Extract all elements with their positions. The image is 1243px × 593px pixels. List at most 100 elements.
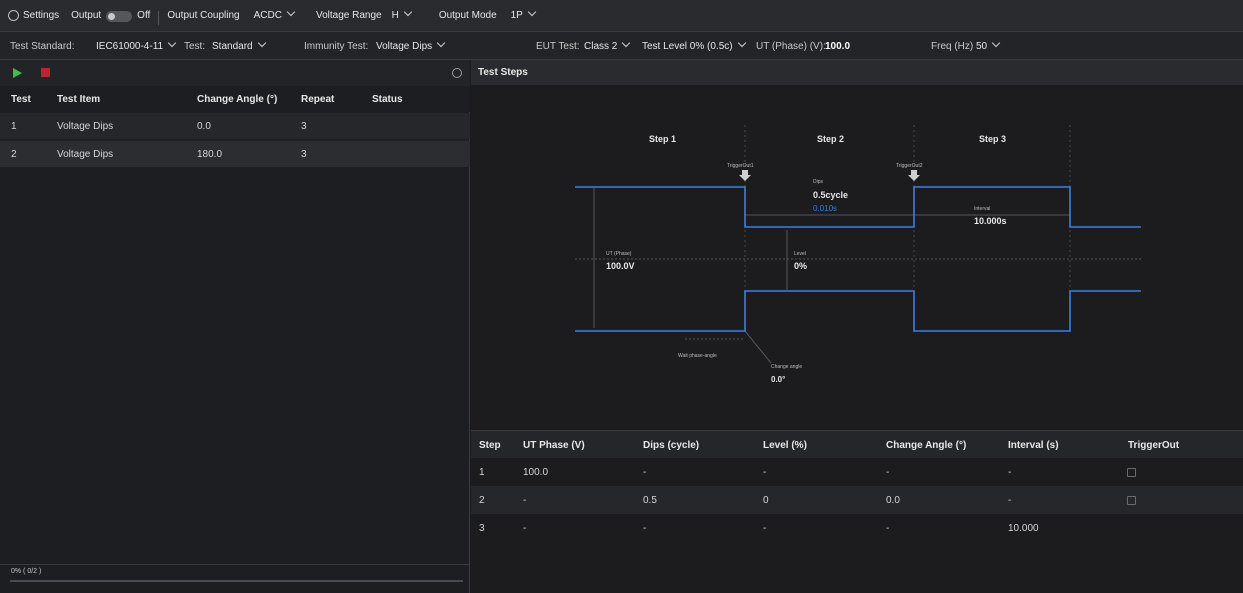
trigger2-label: TriggerOut2: [896, 163, 923, 169]
row-repeat: 3: [301, 121, 307, 132]
row-change-angle[interactable]: 0.0: [886, 495, 900, 506]
row-ut-phase[interactable]: -: [523, 523, 526, 534]
row-level[interactable]: -: [763, 523, 766, 534]
ut-value: 100.0V: [606, 261, 635, 271]
row-step: 3: [479, 523, 485, 534]
dips-label: Dips: [813, 179, 824, 185]
test-value: Standard: [212, 41, 253, 52]
trigger-down-arrow-icon: [908, 170, 920, 181]
range-select[interactable]: H: [392, 7, 413, 21]
progress-text: 0% ( 0/2 ): [11, 568, 42, 575]
progress-track: [10, 580, 463, 582]
eut-value: Class 2: [584, 41, 618, 52]
mode-value: 1P: [510, 10, 523, 21]
chevron-down-icon: [403, 7, 413, 17]
col-dips: Dips (cycle): [643, 440, 700, 451]
mode-label: Output Mode: [438, 10, 497, 21]
freq-select[interactable]: 50: [976, 38, 1001, 52]
table-row[interactable]: 2 Voltage Dips 180.0 3: [0, 141, 470, 167]
steps-table-header: Step UT Phase (V) Dips (cycle) Level (%)…: [471, 430, 1243, 458]
table-row[interactable]: 1 Voltage Dips 0.0 3: [0, 113, 470, 139]
row-change-angle: 180.0: [197, 149, 223, 160]
dips-time: 0.010s: [813, 204, 837, 213]
row-level[interactable]: -: [763, 467, 766, 478]
col-test: Test: [11, 94, 31, 105]
eut-select[interactable]: Class 2: [584, 38, 631, 52]
stop-icon[interactable]: [41, 68, 50, 77]
chevron-down-icon: [991, 38, 1001, 48]
row-interval[interactable]: 10.000: [1008, 523, 1039, 534]
test-list-panel: Test Test Item Change Angle (°) Repeat S…: [0, 60, 470, 593]
col-step: Step: [479, 440, 501, 451]
trigger1-label: TriggerOut1: [727, 163, 754, 169]
standard-value: IEC61000-4-11: [96, 41, 164, 52]
eut-label: EUT Test:: [536, 41, 580, 52]
test-table-header: Test Test Item Change Angle (°) Repeat S…: [0, 86, 470, 112]
chevron-down-icon: [527, 7, 537, 17]
row-test-item: Voltage Dips: [57, 149, 114, 160]
col-change-angle: Change Angle (°): [886, 440, 967, 451]
row-interval[interactable]: -: [1008, 467, 1011, 478]
mode-select[interactable]: 1P: [510, 7, 537, 21]
table-row[interactable]: 3 - - - - 10.000: [471, 514, 1243, 542]
gear-icon[interactable]: [8, 10, 19, 21]
test-label: Test:: [184, 41, 206, 52]
coupling-value: ACDC: [253, 10, 282, 21]
wait-label: Wait phase-angle: [678, 353, 717, 359]
output-toggle[interactable]: [106, 11, 133, 22]
row-ut-phase[interactable]: -: [523, 495, 526, 506]
row-test: 1: [11, 121, 17, 132]
coupling-select[interactable]: ACDC: [253, 7, 296, 21]
triggerout-checkbox[interactable]: [1127, 468, 1136, 477]
table-row[interactable]: 2 - 0.5 0 0.0 -: [471, 486, 1243, 514]
test-select[interactable]: Standard: [212, 38, 266, 52]
row-interval[interactable]: -: [1008, 495, 1011, 506]
ut-value[interactable]: 100.0: [825, 41, 850, 52]
dips-cycle: 0.5cycle: [813, 190, 848, 200]
standard-select[interactable]: IEC61000-4-11: [96, 38, 177, 52]
top-settings-bar: Settings Output Off Output Coupling ACDC…: [0, 0, 1243, 32]
ut-label: UT (Phase) (V):: [756, 41, 826, 52]
row-dips[interactable]: -: [643, 523, 646, 534]
level-label: Level: [794, 251, 806, 257]
row-test-item: Voltage Dips: [57, 121, 114, 132]
standard-label: Test Standard:: [10, 41, 75, 52]
test-steps-header: Test Steps: [471, 60, 1243, 85]
level-select[interactable]: Test Level 0% (0.5c): [642, 38, 746, 52]
freq-value: 50: [976, 41, 988, 52]
immunity-label: Immunity Test:: [304, 41, 369, 52]
coupling-label: Output Coupling: [167, 10, 240, 21]
table-row[interactable]: 1 100.0 - - - -: [471, 458, 1243, 486]
output-state: Off: [137, 10, 151, 21]
row-ut-phase[interactable]: 100.0: [523, 467, 548, 478]
triggerout-checkbox[interactable]: [1127, 496, 1136, 505]
chevron-down-icon: [286, 7, 296, 17]
lower-waveform: [575, 290, 1141, 332]
interval-label: Interval: [974, 206, 990, 212]
row-dips[interactable]: 0.5: [643, 495, 657, 506]
row-dips[interactable]: -: [643, 467, 646, 478]
row-change-angle: 0.0: [197, 121, 211, 132]
interval-value: 10.000s: [974, 216, 1007, 226]
level-value: Test Level 0% (0.5c): [642, 41, 733, 52]
change-angle-value: 0.0°: [771, 375, 785, 384]
row-step: 1: [479, 467, 485, 478]
row-step: 2: [479, 495, 485, 506]
row-change-angle[interactable]: -: [886, 523, 889, 534]
change-angle-label: Change angle: [771, 364, 802, 370]
row-change-angle[interactable]: -: [886, 467, 889, 478]
settings-label[interactable]: Settings: [23, 10, 59, 21]
step3-label: Step 3: [979, 134, 1006, 144]
divider: [158, 10, 160, 25]
gear-icon[interactable]: [452, 68, 462, 78]
step1-label: Step 1: [649, 134, 676, 144]
upper-waveform: [575, 186, 1141, 228]
test-steps-title: Test Steps: [478, 67, 528, 78]
col-ut-phase: UT Phase (V): [523, 440, 585, 451]
col-level: Level (%): [763, 440, 807, 451]
play-icon[interactable]: [13, 68, 22, 78]
output-label: Output: [71, 10, 102, 21]
col-triggerout: TriggerOut: [1128, 440, 1180, 451]
immunity-select[interactable]: Voltage Dips: [376, 38, 446, 52]
row-level[interactable]: 0: [763, 495, 769, 506]
